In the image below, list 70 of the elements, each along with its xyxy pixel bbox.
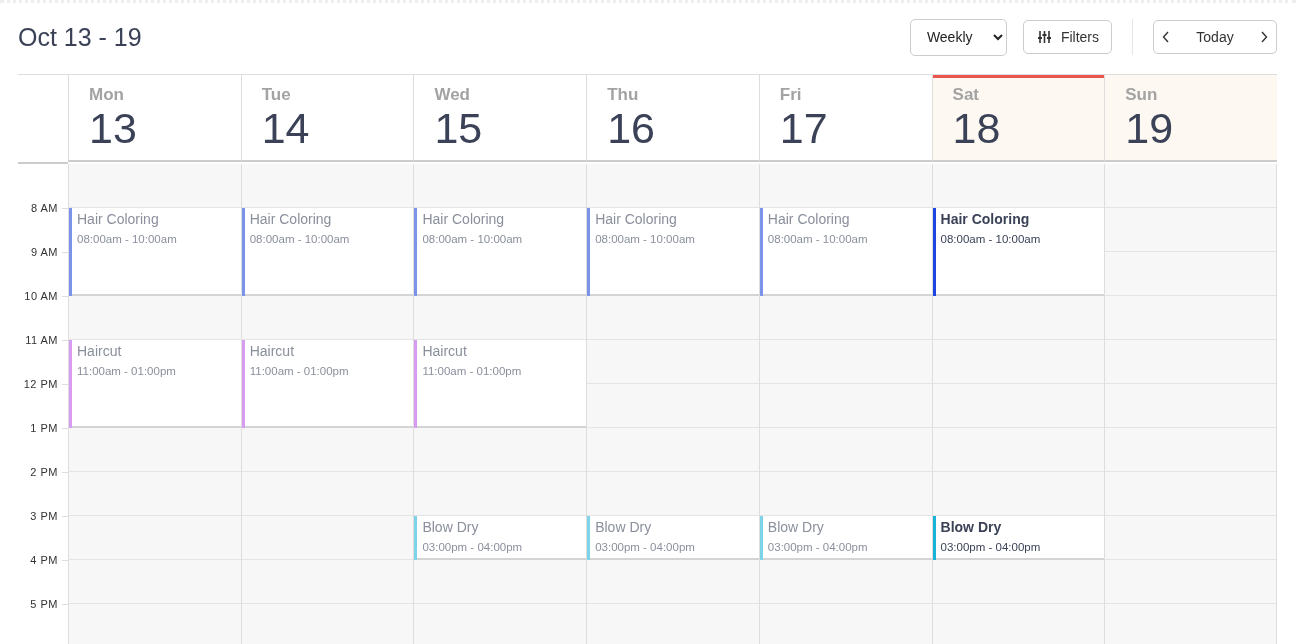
chevron-left-icon bbox=[1162, 31, 1170, 43]
appointment-card[interactable]: Haircut 11:00am - 01:00pm bbox=[241, 340, 414, 428]
appointment-title: Blow Dry bbox=[767, 519, 825, 535]
week-range-title: Oct 13 - 19 bbox=[18, 22, 142, 52]
appointment-card[interactable]: Blow Dry 03:00pm - 04:00pm bbox=[932, 516, 1105, 560]
appointment-card[interactable]: Hair Coloring 08:00am - 10:00am bbox=[587, 208, 759, 296]
hour-label: 1 PM bbox=[30, 422, 58, 434]
day-name: Thu bbox=[607, 85, 640, 105]
appointment-time: 08:00am - 10:00am bbox=[767, 233, 869, 245]
appointment-card[interactable]: Hair Coloring 08:00am - 10:00am bbox=[759, 208, 932, 296]
hour-label: 5 PM bbox=[30, 598, 58, 610]
appointment-time: 03:00pm - 04:00pm bbox=[422, 541, 524, 553]
hour-label: 10 AM bbox=[24, 290, 58, 302]
hour-label: 12 PM bbox=[23, 378, 58, 390]
appointment-card[interactable]: Hair Coloring 08:00am - 10:00am bbox=[932, 208, 1105, 296]
appointment-time: 08:00am - 10:00am bbox=[422, 233, 524, 245]
appointment-time: 11:00am - 01:00pm bbox=[249, 365, 350, 377]
day-number: 18 bbox=[952, 107, 1002, 150]
appointment-card[interactable]: Blow Dry 03:00pm - 04:00pm bbox=[587, 516, 759, 560]
appointment-card[interactable]: Hair Coloring 08:00am - 10:00am bbox=[414, 208, 587, 296]
day-number: 15 bbox=[434, 107, 484, 150]
day-name: Sun bbox=[1125, 85, 1159, 105]
appointment-time: 03:00pm - 04:00pm bbox=[940, 541, 1042, 553]
appointment-time: 11:00am - 01:00pm bbox=[422, 365, 523, 377]
appointment-title: Blow Dry bbox=[595, 519, 653, 535]
day-name: Sat bbox=[952, 85, 981, 105]
appointment-title: Blow Dry bbox=[940, 519, 1003, 535]
hour-label: 8 AM bbox=[30, 202, 58, 214]
day-number: 17 bbox=[779, 107, 829, 150]
appointment-title: Hair Coloring bbox=[767, 211, 851, 227]
filters-button[interactable]: Filters bbox=[1022, 20, 1112, 54]
appointment-title: Haircut bbox=[249, 343, 296, 359]
appointment-title: Hair Coloring bbox=[249, 211, 333, 227]
appointment-title: Hair Coloring bbox=[77, 211, 160, 227]
hour-label: 9 AM bbox=[30, 246, 58, 258]
appointment-title: Hair Coloring bbox=[422, 211, 506, 227]
appointment-card[interactable]: Hair Coloring 08:00am - 10:00am bbox=[241, 208, 414, 296]
appointment-title: Haircut bbox=[77, 343, 123, 359]
chevron-right-icon bbox=[1260, 31, 1268, 43]
appointment-time: 11:00am - 01:00pm bbox=[77, 365, 177, 377]
sliders-icon bbox=[1037, 31, 1051, 43]
view-select[interactable]: Weekly bbox=[909, 18, 1007, 56]
appointment-card[interactable]: Blow Dry 03:00pm - 04:00pm bbox=[414, 516, 587, 560]
day-number: 14 bbox=[261, 107, 311, 150]
appointment-card[interactable]: Haircut 11:00am - 01:00pm bbox=[414, 340, 587, 428]
day-number: 13 bbox=[89, 107, 138, 150]
appointment-time: 03:00pm - 04:00pm bbox=[767, 541, 869, 553]
appointment-card[interactable]: Blow Dry 03:00pm - 04:00pm bbox=[759, 516, 932, 560]
appointment-card[interactable]: Hair Coloring 08:00am - 10:00am bbox=[69, 208, 241, 296]
appointment-time: 08:00am - 10:00am bbox=[940, 233, 1042, 245]
appointment-title: Hair Coloring bbox=[940, 211, 1031, 227]
day-name: Tue bbox=[261, 85, 292, 105]
appointment-time: 08:00am - 10:00am bbox=[249, 233, 351, 245]
hour-label: 2 PM bbox=[30, 466, 58, 478]
appointment-card[interactable]: Haircut 11:00am - 01:00pm bbox=[69, 340, 241, 428]
hour-label: 11 AM bbox=[25, 334, 58, 346]
appointment-time: 08:00am - 10:00am bbox=[77, 233, 178, 245]
appointment-title: Haircut bbox=[422, 343, 468, 359]
day-number: 16 bbox=[607, 107, 656, 150]
day-name: Fri bbox=[779, 85, 803, 105]
appointment-time: 03:00pm - 04:00pm bbox=[595, 541, 696, 553]
appointment-time: 08:00am - 10:00am bbox=[595, 233, 696, 245]
hour-label: 3 PM bbox=[30, 510, 58, 522]
hour-label: 4 PM bbox=[30, 554, 58, 566]
appointment-title: Blow Dry bbox=[422, 519, 480, 535]
day-name: Mon bbox=[89, 85, 125, 105]
today-button[interactable]: Today bbox=[1192, 29, 1238, 45]
appointment-title: Hair Coloring bbox=[595, 211, 678, 227]
day-number: 19 bbox=[1125, 107, 1175, 150]
day-name: Wed bbox=[434, 85, 471, 105]
